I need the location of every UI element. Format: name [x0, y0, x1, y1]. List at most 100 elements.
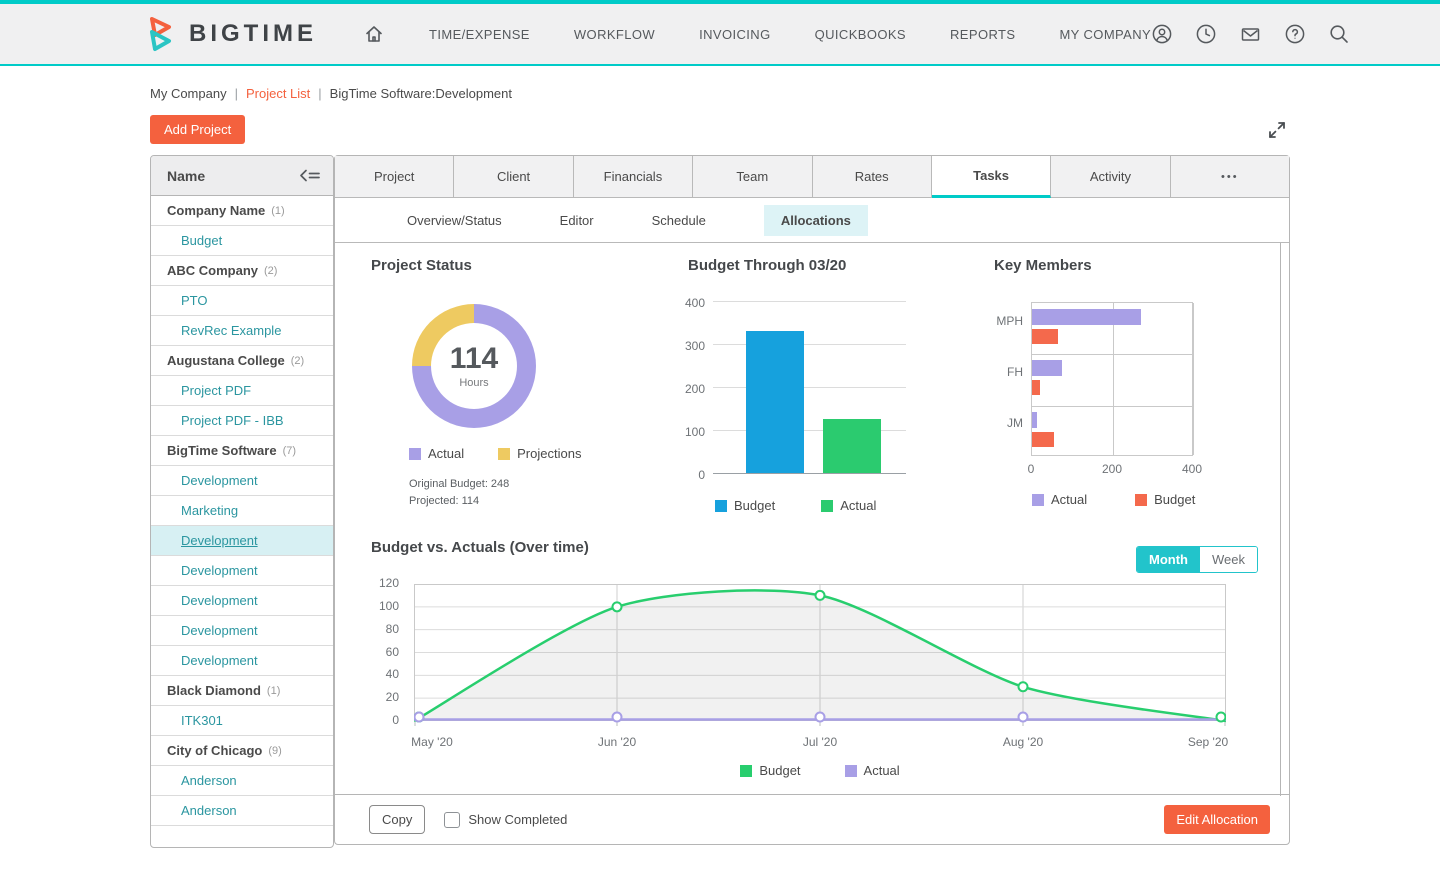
home-icon[interactable] — [363, 23, 385, 45]
sidebar-row-label: RevRec Example — [181, 323, 281, 338]
legend-swatch-actual — [409, 448, 421, 460]
legend-swatch-actual — [821, 500, 833, 512]
nav-invoicing[interactable]: INVOICING — [699, 27, 771, 42]
sidebar-item-budget[interactable]: Budget — [151, 226, 333, 256]
show-completed-checkbox[interactable] — [444, 812, 460, 828]
sidebar-item-marketing[interactable]: Marketing — [151, 496, 333, 526]
actual-point-may-20 — [415, 713, 424, 722]
legend-actual: Actual — [409, 446, 464, 461]
content-scrollbar-track[interactable] — [1280, 243, 1281, 796]
tab-client[interactable]: Client — [454, 156, 573, 198]
user-icon[interactable] — [1151, 23, 1173, 45]
sidebar-header-label: Name — [167, 168, 205, 184]
sidebar-item-revrec-example[interactable]: RevRec Example — [151, 316, 333, 346]
tab-more[interactable]: ••• — [1171, 156, 1289, 198]
sidebar-item-itk301[interactable]: ITK301 — [151, 706, 333, 736]
breadcrumb-item-my-company[interactable]: My Company — [150, 86, 227, 101]
sidebar-group-abc-company[interactable]: ABC Company(2) — [151, 256, 333, 286]
breadcrumb: My Company|Project List|BigTime Software… — [150, 86, 512, 101]
budget-through-chart: Budget Through 03/20 0100200300400 Budge… — [688, 257, 928, 513]
sidebar-item-development[interactable]: Development — [151, 466, 333, 496]
legend-swatch-actual — [845, 765, 857, 777]
sidebar-item-development[interactable]: Development — [151, 586, 333, 616]
toggle-week[interactable]: Week — [1200, 547, 1257, 572]
help-icon[interactable] — [1284, 23, 1306, 45]
clock-icon[interactable] — [1195, 23, 1217, 45]
key-members-cat-jm: JM — [1007, 416, 1023, 430]
budget-point-jul-20 — [816, 591, 825, 600]
sidebar-group-bigtime-software[interactable]: BigTime Software(7) — [151, 436, 333, 466]
hbar-mph-budget — [1032, 329, 1058, 344]
key-members-title: Key Members — [994, 257, 1254, 274]
tab-financials[interactable]: Financials — [574, 156, 693, 198]
line-x-tick-may-20: May '20 — [411, 735, 453, 749]
legend-projections: Projections — [498, 446, 581, 461]
sidebar-item-development[interactable]: Development — [151, 616, 333, 646]
project-detail-panel: ProjectClientFinancialsTeamRatesTasksAct… — [334, 155, 1290, 845]
legend-label: Budget — [734, 498, 775, 513]
nav-time-expense[interactable]: TIME/EXPENSE — [429, 27, 530, 42]
sidebar-group-black-diamond[interactable]: Black Diamond(1) — [151, 676, 333, 706]
tab-project[interactable]: Project — [335, 156, 454, 198]
toggle-month[interactable]: Month — [1137, 547, 1200, 572]
sidebar-group-augustana-college[interactable]: Augustana College(2) — [151, 346, 333, 376]
subtab-overview-status[interactable]: Overview/Status — [407, 213, 502, 228]
collapse-panel-icon[interactable] — [299, 168, 321, 184]
budget-point-sep-20 — [1217, 713, 1226, 722]
donut-center: 114 Hours — [431, 323, 517, 409]
line-y-axis: 020406080100120 — [365, 584, 405, 737]
tab-activity[interactable]: Activity — [1051, 156, 1170, 198]
edit-allocation-button[interactable]: Edit Allocation — [1164, 805, 1270, 834]
line-legend: BudgetActual — [414, 763, 1226, 778]
nav-reports[interactable]: REPORTS — [950, 27, 1015, 42]
key-members-x-tick: 0 — [1028, 462, 1035, 476]
sidebar-item-development[interactable]: Development — [151, 646, 333, 676]
subtab-allocations[interactable]: Allocations — [764, 205, 868, 236]
sidebar-row-count: (1) — [267, 685, 280, 697]
legend-budget: Budget — [1135, 492, 1195, 507]
budget-y-tick: 100 — [685, 425, 705, 439]
key-members-gridline — [1193, 303, 1194, 455]
actual-point-jul-20 — [816, 713, 825, 722]
sidebar-item-development[interactable]: Development — [151, 556, 333, 586]
sidebar-item-anderson[interactable]: Anderson — [151, 796, 333, 826]
expand-icon[interactable] — [1266, 119, 1288, 141]
bigtime-logo[interactable]: BIGTIME — [145, 14, 317, 54]
hbar-fh-budget — [1032, 380, 1040, 395]
tab-rates[interactable]: Rates — [813, 156, 932, 198]
breadcrumb-item-bigtime-software-development[interactable]: BigTime Software:Development — [330, 86, 512, 101]
copy-button[interactable]: Copy — [369, 805, 425, 834]
breadcrumb-item-project-list[interactable]: Project List — [246, 86, 310, 101]
tab-tasks[interactable]: Tasks — [932, 156, 1051, 198]
tab-team[interactable]: Team — [693, 156, 812, 198]
donut-hours-value: 114 — [450, 344, 498, 374]
sidebar-item-development[interactable]: Development — [151, 526, 333, 556]
month-week-toggle: MonthWeek — [1136, 546, 1258, 573]
sidebar-row-label: ITK301 — [181, 713, 223, 728]
nav-quickbooks[interactable]: QUICKBOOKS — [815, 27, 906, 42]
sidebar-group-city-of-chicago[interactable]: City of Chicago(9) — [151, 736, 333, 766]
search-icon[interactable] — [1328, 23, 1350, 45]
nav-my-company[interactable]: MY COMPANY — [1059, 27, 1151, 42]
budget-through-plot-wrap: 0100200300400 — [688, 302, 928, 474]
budget-gridline — [713, 301, 906, 302]
sidebar-item-project-pdf-ibb[interactable]: Project PDF - IBB — [151, 406, 333, 436]
sidebar-item-project-pdf[interactable]: Project PDF — [151, 376, 333, 406]
sidebar-row-label: Development — [181, 623, 258, 638]
mail-icon[interactable] — [1239, 23, 1262, 45]
legend-swatch-budget — [1135, 494, 1147, 506]
budget-through-title: Budget Through 03/20 — [688, 257, 928, 274]
legend-label: Budget — [1154, 492, 1195, 507]
sidebar-item-pto[interactable]: PTO — [151, 286, 333, 316]
add-project-button[interactable]: Add Project — [150, 115, 245, 144]
subtab-schedule[interactable]: Schedule — [652, 213, 706, 228]
legend-swatch-actual — [1032, 494, 1044, 506]
sidebar-item-anderson[interactable]: Anderson — [151, 766, 333, 796]
donut-note: Projected: 114 — [409, 493, 671, 510]
line-y-tick: 60 — [365, 645, 399, 659]
sidebar-group-company-name[interactable]: Company Name(1) — [151, 196, 333, 226]
nav-workflow[interactable]: WORKFLOW — [574, 27, 655, 42]
actual-point-jun-20 — [613, 713, 622, 722]
budget-y-axis: 0100200300400 — [688, 302, 713, 474]
subtab-editor[interactable]: Editor — [560, 213, 594, 228]
